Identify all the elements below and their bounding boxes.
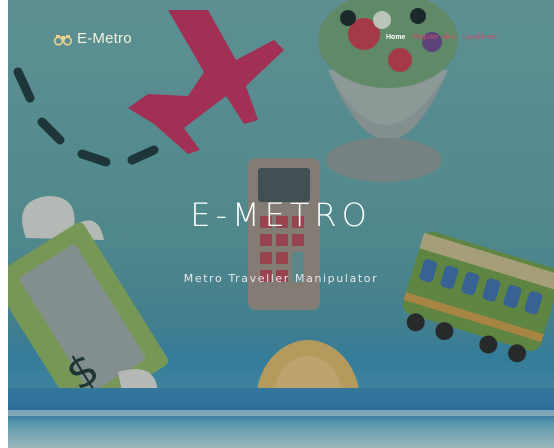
binoculars-icon	[53, 32, 73, 46]
top-navbar: E-Metro Home Register Here Login Here	[8, 0, 554, 80]
nav-register-link[interactable]: Register Here	[412, 34, 455, 41]
nav-menu: Home Register Here Login Here	[386, 34, 497, 41]
nav-login-link[interactable]: Login Here	[463, 34, 497, 41]
brand-link[interactable]: E-Metro	[53, 30, 132, 47]
hero-title: E-METRO	[190, 196, 372, 234]
brand-name: E-Metro	[77, 30, 132, 47]
nav-home-link[interactable]: Home	[386, 34, 405, 41]
hero-subtitle: Metro Traveller Manipulator	[183, 272, 379, 285]
hero-section: $ E-Metro Home Register Here Login Here …	[8, 0, 554, 448]
